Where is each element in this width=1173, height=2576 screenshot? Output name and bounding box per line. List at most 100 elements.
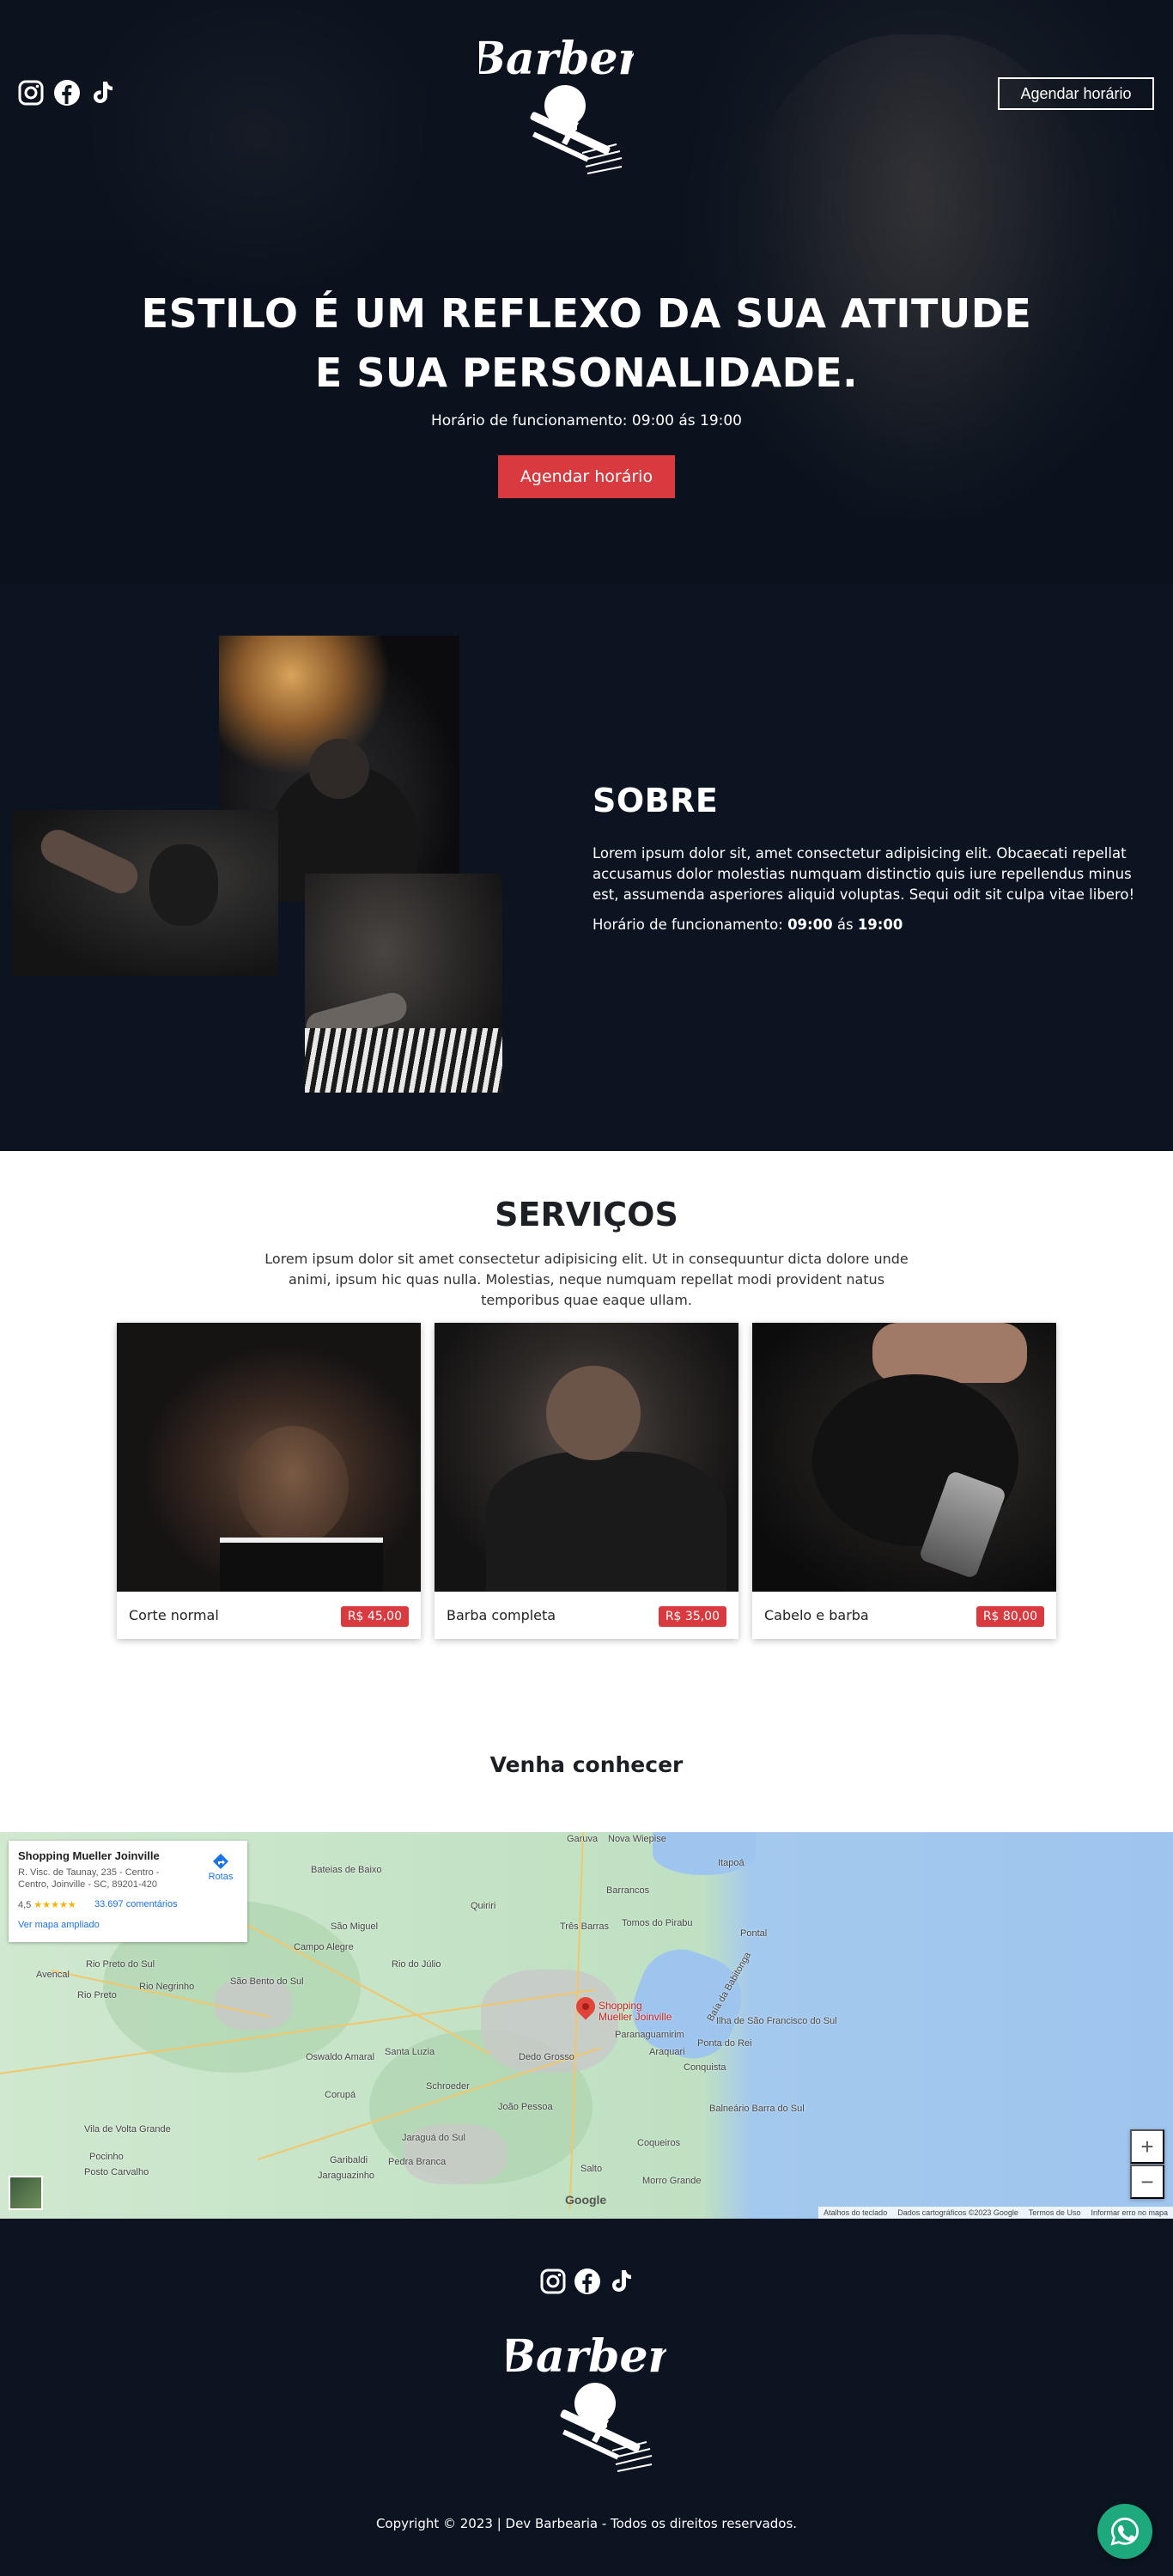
about-hours-separator: ás [836, 917, 854, 933]
map-place-label: Pontal [740, 1928, 768, 1939]
hero-opening-hours: Horário de funcionamento: 09:00 ás 19:00 [430, 412, 742, 429]
map-place-label: Morro Grande [642, 2176, 702, 2186]
about-section: SOBRE Lorem ipsum dolor sit, amet consec… [0, 584, 1173, 1151]
services-title: SERVIÇOS [495, 1196, 678, 1233]
map-place-label: Schroeder [426, 2081, 470, 2092]
footer-barber-logo: Barber [507, 2330, 666, 2472]
about-opening-hours: Horário de funcionamento: 09:00 ás 19:00 [593, 917, 903, 933]
map-keyboard-shortcuts-link[interactable]: Atalhos do teclado [824, 2208, 887, 2217]
map-satellite-toggle[interactable] [9, 2176, 43, 2210]
google-map[interactable]: Shopping Mueller Joinville R. Visc. de T… [0, 1832, 1173, 2219]
map-place-label: Araquari [649, 2047, 685, 2057]
instagram-icon[interactable] [539, 2268, 567, 2295]
map-place-label: Pedra Branca [388, 2157, 447, 2167]
about-hours-label: Horário de funcionamento: [593, 917, 783, 933]
map-report-error-link[interactable]: Informar erro no mapa [1091, 2208, 1168, 2217]
footer: Barber Copyright © 2023 | Dev Barbearia … [0, 2219, 1173, 2576]
map-place-label: Rio Preto [77, 1990, 117, 2001]
map-rating-value: 4,5 [18, 1900, 32, 1910]
map-data-credit: Dados cartográficos ©2023 Google [897, 2208, 1018, 2217]
map-place-label: Conquista [684, 2062, 726, 2073]
about-hours-close: 19:00 [857, 917, 903, 933]
map-reviews-link[interactable]: 33.697 comentários [94, 1899, 178, 1909]
map-place-label: João Pessoa [498, 2102, 553, 2112]
map-place-label: Pocinho [89, 2152, 124, 2162]
footer-social-links [539, 2268, 635, 2295]
map-place-label: Campo Alegre [294, 1942, 354, 1952]
service-name: Barba completa [447, 1607, 556, 1623]
map-view-larger-link[interactable]: Ver mapa ampliado [18, 1920, 100, 1930]
facebook-icon[interactable] [574, 2268, 601, 2295]
google-logo: Google [565, 2193, 607, 2207]
header-social-links [17, 79, 117, 107]
service-photo [117, 1323, 421, 1592]
map-directions-label: Rotas [208, 1872, 234, 1882]
location-title: Venha conhecer [489, 1752, 684, 1777]
map-place-label: Vila de Volta Grande [84, 2124, 171, 2134]
map-zoom-in-button[interactable]: + [1130, 2129, 1164, 2164]
map-rating: 4,5 ★★★★★ [18, 1899, 76, 1910]
map-directions-button[interactable]: Rotas [202, 1853, 240, 1882]
map-place-label: Tomos do Pirabu [622, 1918, 693, 1928]
hero-schedule-button[interactable]: Agendar horário [498, 455, 675, 498]
map-place-label: Jaraguá do Sul [402, 2133, 465, 2143]
map-place-label: Itapoá [718, 1858, 745, 1868]
map-place-label: Rio Preto do Sul [86, 1959, 155, 1970]
about-title: SOBRE [593, 782, 719, 819]
whatsapp-button[interactable] [1097, 2504, 1152, 2559]
service-card[interactable]: Corte normal R$ 45,00 [117, 1323, 421, 1639]
footer-logo-wordmark: Barber [507, 2330, 666, 2383]
map-pin-label-line-2: Mueller Joinville [599, 2011, 672, 2023]
map-place-label: Rio do Júlio [392, 1959, 441, 1970]
map-place-label: São Bento do Sul [230, 1976, 304, 1987]
map-place-label: Jaraguazinho [318, 2171, 375, 2181]
map-place-label: Avencal [36, 1970, 70, 1980]
services-section: SERVIÇOS Lorem ipsum dolor sit amet cons… [0, 1151, 1173, 1709]
map-place-name: Shopping Mueller Joinville [18, 1849, 160, 1862]
map-place-label: Santa Luzia [385, 2047, 435, 2057]
service-card[interactable]: Barba completa R$ 35,00 [435, 1323, 738, 1639]
map-place-label: Garibaldi [330, 2155, 368, 2165]
map-attribution: Atalhos do teclado Dados cartográficos ©… [818, 2207, 1173, 2219]
map-place-label: Coqueiros [637, 2138, 681, 2148]
map-place-label: Três Barras [560, 1921, 610, 1932]
map-pin-label: Shopping Mueller Joinville [599, 2001, 672, 2023]
map-place-label: Salto [580, 2164, 603, 2174]
services-description: Lorem ipsum dolor sit amet consectetur a… [264, 1251, 909, 1308]
map-place-label: Garuva [567, 1834, 599, 1844]
hero-title-line-2: E SUA PERSONALIDADE. [314, 350, 859, 396]
logo-wordmark: Barber [479, 33, 634, 85]
tiktok-icon[interactable] [89, 79, 117, 107]
service-price-badge: R$ 80,00 [975, 1606, 1044, 1627]
map-place-label: Nova Wiepise [608, 1834, 666, 1844]
map-place-label: Ilha de São Francisco do Sul [716, 2016, 837, 2026]
service-name: Cabelo e barba [764, 1607, 869, 1623]
service-photo [435, 1323, 738, 1592]
haircut-photo [12, 810, 278, 976]
map-rating-stars: ★★★★★ [33, 1900, 76, 1910]
instagram-icon[interactable] [17, 79, 45, 107]
map-info-card: Shopping Mueller Joinville R. Visc. de T… [9, 1841, 247, 1942]
tiktok-icon[interactable] [608, 2268, 635, 2295]
map-place-label: Barrancos [606, 1885, 650, 1896]
header-schedule-button[interactable]: Agendar horário [998, 77, 1154, 110]
service-card[interactable]: Cabelo e barba R$ 80,00 [752, 1323, 1056, 1639]
hero-section: Barber Agendar horário ESTILO É UM REFLE… [0, 0, 1173, 584]
barber-logo[interactable]: Barber [479, 15, 634, 187]
map-place-label: Balneário Barra do Sul [709, 2104, 805, 2114]
map-place-label: São Miguel [331, 1921, 379, 1932]
shave-photo [305, 874, 502, 1093]
map-place-label: Bateias de Baixo [311, 1865, 382, 1875]
map-zoom-out-button[interactable]: − [1130, 2165, 1164, 2199]
service-price-badge: R$ 45,00 [340, 1606, 409, 1627]
directions-icon [213, 1854, 228, 1869]
map-place-label: Paranaguamirim [615, 2030, 684, 2040]
facebook-icon[interactable] [53, 79, 81, 107]
map-place-address: R. Visc. de Taunay, 235 - Centro - Centr… [18, 1867, 160, 1890]
service-price-badge: R$ 35,00 [658, 1606, 726, 1627]
about-hours-open: 09:00 [787, 917, 833, 933]
map-terms-link[interactable]: Termos de Uso [1029, 2208, 1081, 2217]
whatsapp-icon [1110, 2518, 1139, 2546]
map-place-label: Posto Carvalho [84, 2167, 149, 2177]
map-place-label: Ponta do Rei [697, 2038, 752, 2049]
